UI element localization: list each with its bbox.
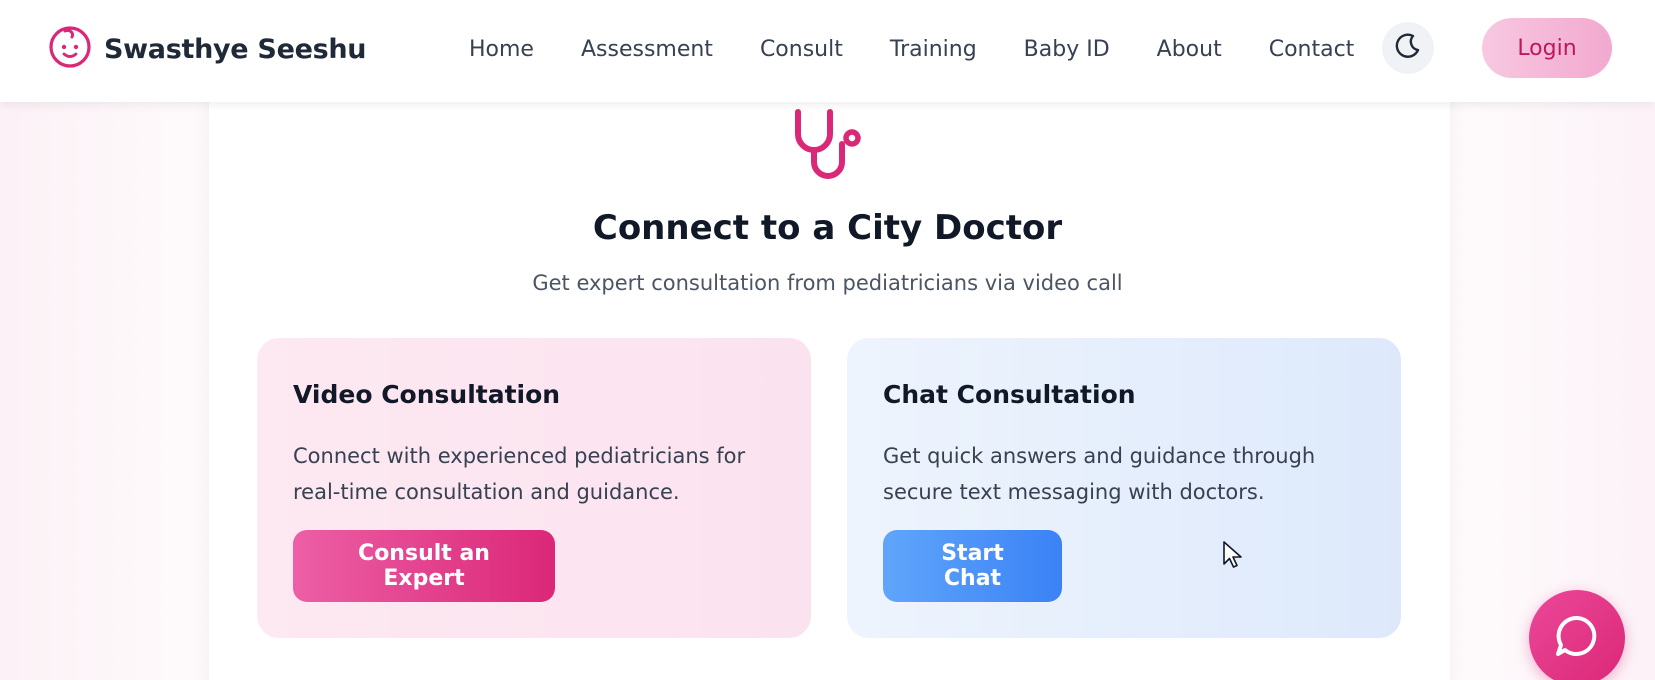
brand-logo[interactable]: Swasthye Seeshu: [48, 25, 367, 73]
chat-bubble-icon: [1553, 612, 1601, 664]
moon-icon: [1394, 32, 1422, 64]
chat-consultation-card: Chat Consultation Get quick answers and …: [847, 338, 1401, 638]
mouse-cursor-icon: [1222, 540, 1244, 570]
theme-toggle-button[interactable]: [1382, 22, 1434, 74]
brand-name: Swasthye Seeshu: [104, 33, 367, 65]
chat-consultation-title: Chat Consultation: [883, 380, 1136, 409]
start-chat-button[interactable]: Start Chat: [883, 530, 1062, 602]
nav-contact[interactable]: Contact: [1269, 34, 1355, 66]
video-consultation-card: Video Consultation Connect with experien…: [257, 338, 811, 638]
login-button[interactable]: Login: [1482, 18, 1612, 78]
nav-training[interactable]: Training: [890, 34, 977, 66]
chat-consultation-description: Get quick answers and guidance through s…: [883, 444, 1316, 504]
top-navbar: Swasthye Seeshu Home Assessment Consult …: [0, 0, 1655, 102]
page-subtitle: Get expert consultation from pediatricia…: [532, 271, 1123, 295]
main-nav: Home Assessment Consult Training Baby ID…: [469, 34, 1401, 66]
nav-consult[interactable]: Consult: [760, 34, 843, 66]
video-consultation-description: Connect with experienced pediatricians f…: [293, 444, 746, 504]
nav-home[interactable]: Home: [469, 34, 534, 66]
page-title: Connect to a City Doctor: [592, 208, 1063, 248]
consult-expert-button[interactable]: Consult an Expert: [293, 530, 555, 602]
stethoscope-icon: [790, 108, 870, 184]
nav-baby-id[interactable]: Baby ID: [1024, 34, 1110, 66]
chat-fab-button[interactable]: [1529, 590, 1625, 680]
nav-assessment[interactable]: Assessment: [581, 34, 713, 66]
nav-about[interactable]: About: [1157, 34, 1222, 66]
baby-face-icon: [48, 25, 92, 73]
video-consultation-title: Video Consultation: [293, 380, 561, 409]
